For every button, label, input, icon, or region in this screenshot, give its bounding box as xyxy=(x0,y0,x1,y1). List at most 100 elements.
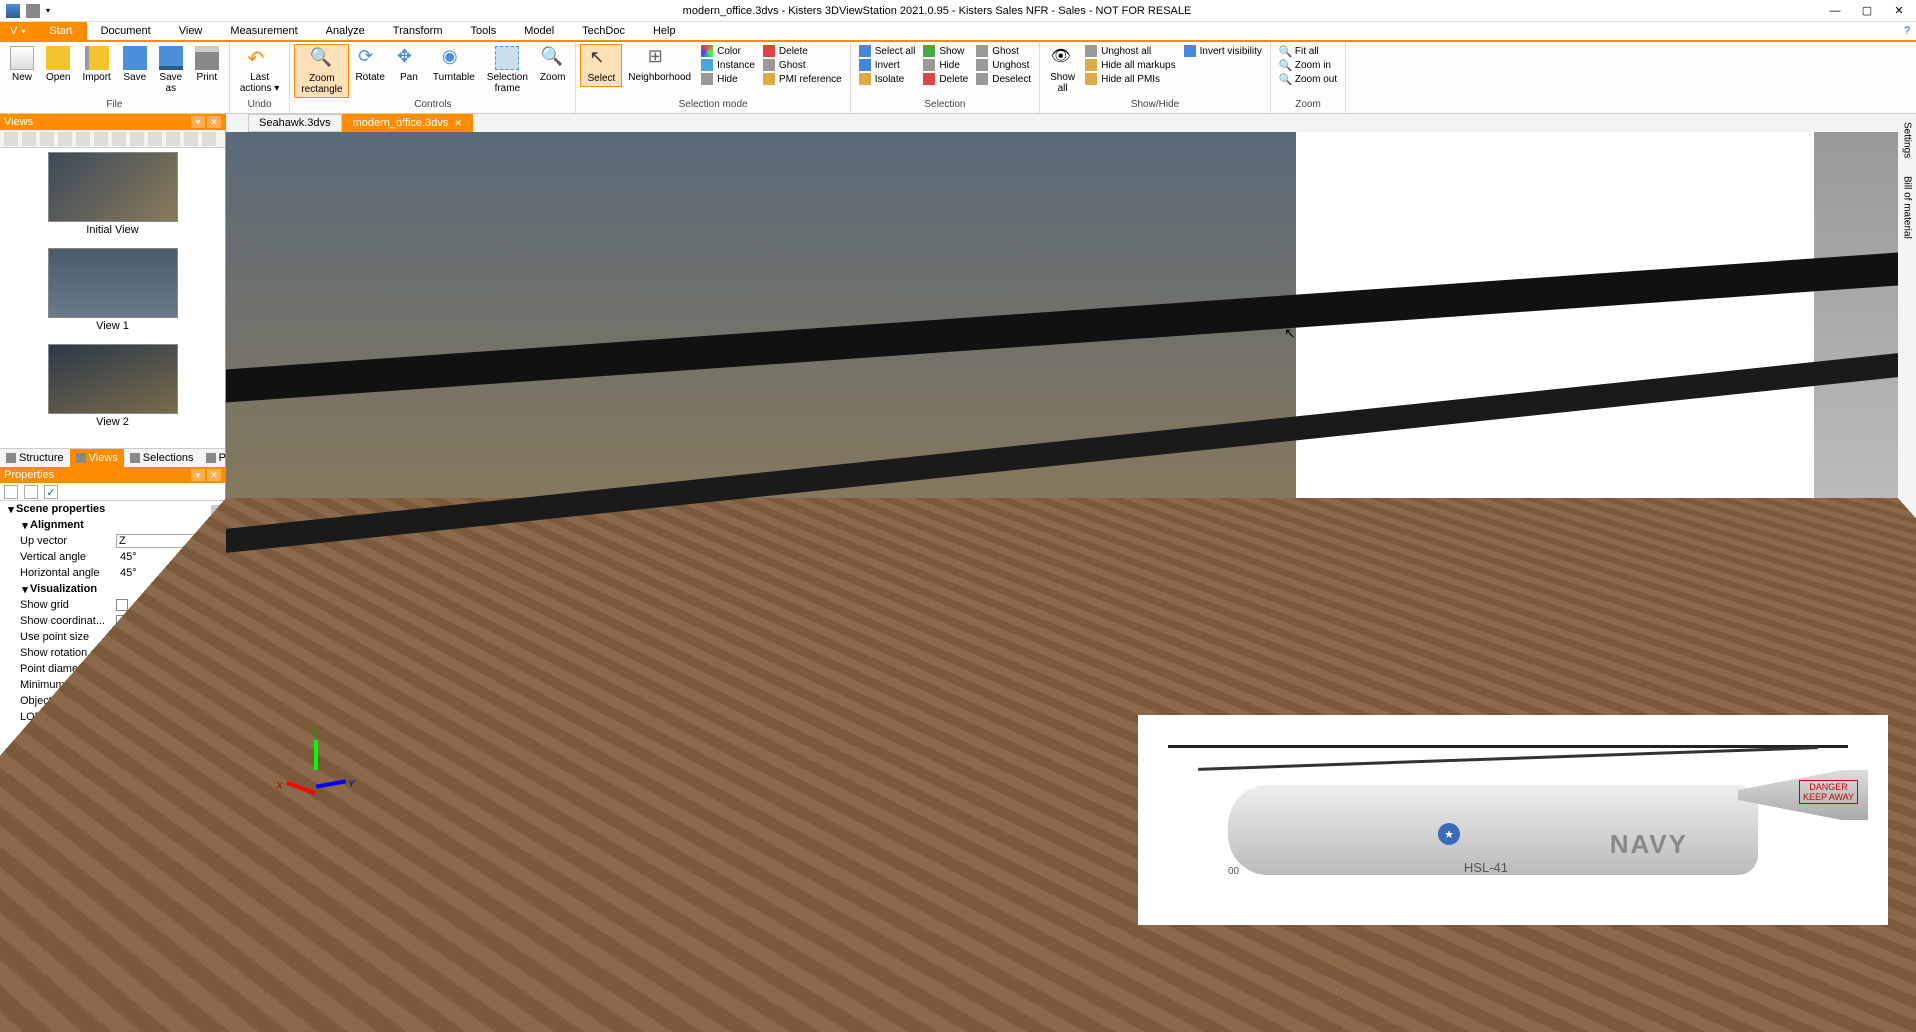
prop-section-alignment[interactable]: ▾Alignment xyxy=(0,517,225,533)
views-toolbar xyxy=(0,130,225,148)
unghost-icon xyxy=(976,59,988,71)
saveas-button[interactable]: Save as xyxy=(153,44,189,96)
file-menu-button[interactable]: V xyxy=(0,22,35,40)
props-tb-btn[interactable] xyxy=(24,485,38,499)
maximize-button[interactable]: ▢ xyxy=(1860,4,1874,18)
coordinate-axes-gizmo: Z X Y xyxy=(286,740,346,800)
views-tb-btn[interactable] xyxy=(40,132,54,146)
tab-view[interactable]: View xyxy=(165,22,217,40)
right-tab-settings[interactable]: Settings xyxy=(1901,118,1914,162)
left-panel-tabs: Structure Views Selections Profiles xyxy=(0,448,225,467)
select-button[interactable]: Select xyxy=(580,44,622,87)
secondary-view-inset[interactable]: ★ NAVY HSL-41 DANGER KEEP AWAY 00 xyxy=(1138,715,1888,925)
pan-button[interactable]: Pan xyxy=(391,44,427,85)
panel-pin-button[interactable]: ▾ xyxy=(191,469,205,481)
sh-hidepmis-button[interactable]: Hide all PMIs xyxy=(1081,72,1179,86)
z-zoomout-button[interactable]: 🔍Zoom out xyxy=(1275,72,1341,86)
tab-model[interactable]: Model xyxy=(510,22,568,40)
sm-hide-button[interactable]: Hide xyxy=(697,72,759,86)
heli-danger-text: DANGER KEEP AWAY xyxy=(1799,780,1858,804)
tab-start[interactable]: Start xyxy=(35,22,86,40)
views-tb-btn[interactable] xyxy=(22,132,36,146)
views-tb-btn[interactable] xyxy=(166,132,180,146)
sm-color-button[interactable]: Color xyxy=(697,44,759,58)
sel-unghost-button[interactable]: Unghost xyxy=(972,58,1035,72)
views-tb-btn[interactable] xyxy=(148,132,162,146)
view-item-2[interactable]: View 2 xyxy=(48,344,178,430)
print-button[interactable]: Print xyxy=(189,44,225,85)
sh-invertvis-button[interactable]: Invert visibility xyxy=(1180,44,1266,58)
tab-techdoc[interactable]: TechDoc xyxy=(568,22,639,40)
props-tb-btn[interactable]: ✓ xyxy=(44,485,58,499)
turntable-button[interactable]: Turntable xyxy=(427,44,481,85)
views-tb-btn[interactable] xyxy=(130,132,144,146)
tab-transform[interactable]: Transform xyxy=(379,22,457,40)
panel-close-button[interactable]: ✕ xyxy=(207,469,221,481)
sm-delete-button[interactable]: Delete xyxy=(759,44,846,58)
sel-isolate-button[interactable]: Isolate xyxy=(855,72,920,86)
deselect-icon xyxy=(976,73,988,85)
view-item-1[interactable]: View 1 xyxy=(48,248,178,334)
sel-hide-button[interactable]: Hide xyxy=(919,58,972,72)
doctab-seahawk[interactable]: Seahawk.3dvs xyxy=(248,114,342,132)
views-tb-btn[interactable] xyxy=(76,132,90,146)
selection-frame-button[interactable]: Selection frame xyxy=(481,44,534,96)
zoom-rectangle-button[interactable]: Zoom rectangle xyxy=(294,44,349,98)
sel-ghost-button[interactable]: Ghost xyxy=(972,44,1035,58)
views-tb-btn[interactable] xyxy=(202,132,216,146)
tab-structure[interactable]: Structure xyxy=(0,449,70,467)
open-button[interactable]: Open xyxy=(40,44,76,85)
tab-document[interactable]: Document xyxy=(87,22,165,40)
close-button[interactable]: ✕ xyxy=(1892,4,1906,18)
sh-hidemarkups-button[interactable]: Hide all markups xyxy=(1081,58,1179,72)
tab-tools[interactable]: Tools xyxy=(457,22,511,40)
last-actions-button[interactable]: Last actions ▾ xyxy=(234,44,285,96)
ribbon-group-showhide: Show all Unghost all Hide all markups Hi… xyxy=(1040,42,1271,113)
z-zoomin-button[interactable]: 🔍Zoom in xyxy=(1275,58,1341,72)
tab-analyze[interactable]: Analyze xyxy=(312,22,379,40)
tab-help[interactable]: Help xyxy=(639,22,690,40)
doctab-modern-office[interactable]: modern_office.3dvs✕ xyxy=(342,114,473,132)
qat-save-icon[interactable] xyxy=(6,4,20,18)
qat-dropdown-icon[interactable]: ▾ xyxy=(46,6,50,15)
new-button[interactable]: New xyxy=(4,44,40,85)
right-tab-bom[interactable]: Bill of material xyxy=(1901,172,1914,243)
view-item-initial[interactable]: Initial View xyxy=(48,152,178,238)
sm-ghost-button[interactable]: Ghost xyxy=(759,58,846,72)
showgrid-checkbox[interactable] xyxy=(116,599,128,611)
tab-measurement[interactable]: Measurement xyxy=(216,22,311,40)
sel-invert-button[interactable]: Invert xyxy=(855,58,920,72)
views-tb-btn[interactable] xyxy=(4,132,18,146)
rotate-button[interactable]: Rotate xyxy=(349,44,390,85)
tab-views[interactable]: Views xyxy=(70,449,124,467)
prop-section-scene[interactable]: ▾Scene properties xyxy=(0,501,225,517)
show-all-button[interactable]: Show all xyxy=(1044,44,1081,96)
panel-close-button[interactable]: ✕ xyxy=(207,116,221,128)
close-tab-icon[interactable]: ✕ xyxy=(454,118,462,129)
sm-instance-button[interactable]: Instance xyxy=(697,58,759,72)
hide-icon xyxy=(923,59,935,71)
panel-pin-button[interactable]: ▾ xyxy=(191,116,205,128)
save-button[interactable]: Save xyxy=(117,44,153,85)
sel-delete-button[interactable]: Delete xyxy=(919,72,972,86)
sel-selectall-button[interactable]: Select all xyxy=(855,44,920,58)
sel-show-button[interactable]: Show xyxy=(919,44,972,58)
sh-unghostall-button[interactable]: Unghost all xyxy=(1081,44,1179,58)
z-fitall-button[interactable]: 🔍Fit all xyxy=(1275,44,1341,58)
ghost-icon xyxy=(763,59,775,71)
tab-selections[interactable]: Selections xyxy=(124,449,200,467)
qat-icon[interactable] xyxy=(26,4,40,18)
3d-viewport[interactable]: Z X Y ★ NAVY HSL-41 DANGER KEEP AWAY 00 … xyxy=(226,132,1898,945)
views-tb-btn[interactable] xyxy=(112,132,126,146)
help-icon[interactable]: ? xyxy=(1898,22,1916,40)
sel-deselect-button[interactable]: Deselect xyxy=(972,72,1035,86)
sm-pmi-button[interactable]: PMI reference xyxy=(759,72,846,86)
import-button[interactable]: Import xyxy=(76,44,116,85)
views-tb-btn[interactable] xyxy=(94,132,108,146)
zoom-button[interactable]: Zoom xyxy=(534,44,572,85)
minimize-button[interactable]: — xyxy=(1828,4,1842,18)
neighborhood-button[interactable]: Neighborhood xyxy=(622,44,697,85)
views-tb-btn[interactable] xyxy=(58,132,72,146)
views-tb-btn[interactable] xyxy=(184,132,198,146)
props-tb-btn[interactable] xyxy=(4,485,18,499)
